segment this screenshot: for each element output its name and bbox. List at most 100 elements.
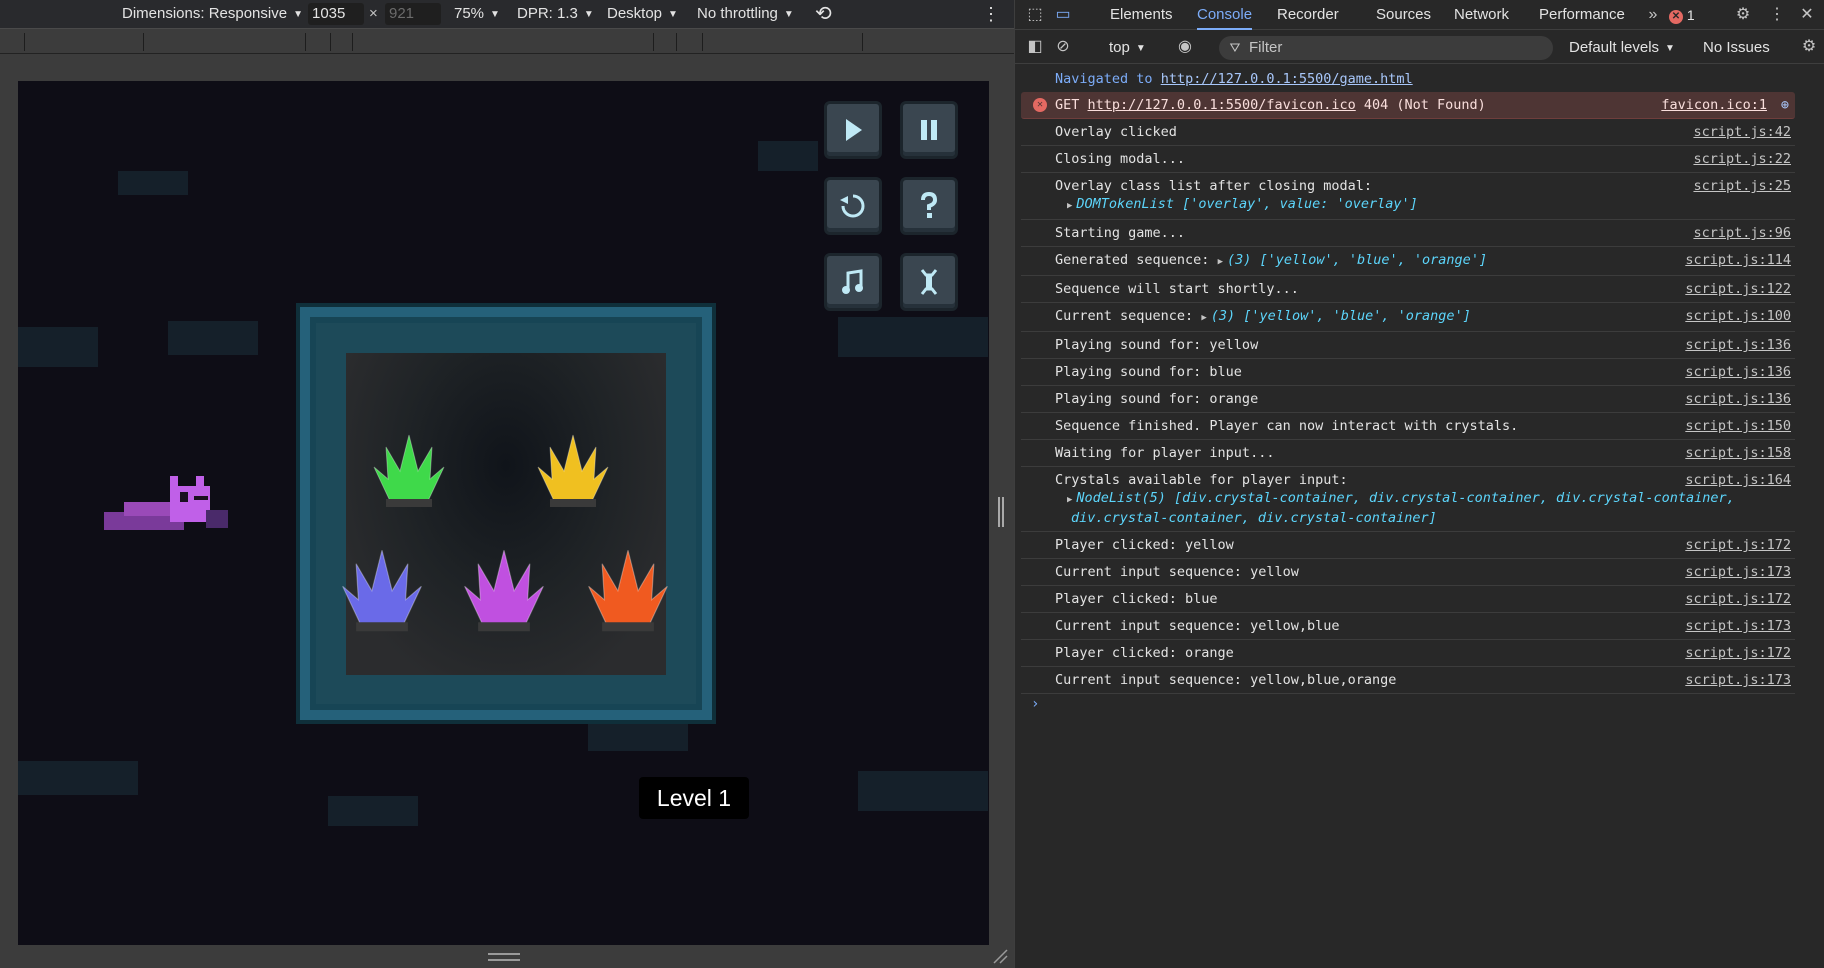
console-message: Player clicked: yellow script.js:172 [1021, 532, 1795, 559]
live-expression-eye-icon[interactable]: ◉ [1175, 37, 1195, 57]
crystal-orange[interactable] [586, 548, 670, 638]
ruler-tick [676, 33, 677, 51]
restart-button[interactable] [824, 177, 882, 235]
message-array-preview[interactable]: ▶ (3) ['yellow', 'blue', 'orange'] [1218, 252, 1488, 268]
pane-split-handle[interactable] [998, 497, 1004, 527]
source-link[interactable]: script.js:173 [1685, 563, 1791, 581]
console-message: Current input sequence: yellow,blue scrip… [1021, 613, 1795, 640]
console-message: Starting game... script.js:96 [1021, 220, 1795, 247]
more-options-icon[interactable]: ⋮ [982, 0, 1000, 28]
width-input[interactable]: 1035 [308, 3, 364, 25]
rotate-icon[interactable]: ⟲ [815, 0, 832, 28]
zoom-dropdown[interactable]: 75% ▼ [454, 0, 500, 28]
source-link[interactable]: favicon.ico:1 [1661, 96, 1767, 114]
source-link[interactable]: script.js:122 [1685, 280, 1791, 298]
message-text: Sequence finished. Player can now intera… [1055, 418, 1519, 434]
message-text: Current sequence: [1055, 308, 1202, 324]
nav-url-link[interactable]: http://127.0.0.1:5500/game.html [1161, 71, 1413, 87]
viewport-resize-handle[interactable] [488, 953, 520, 961]
message-text: Generated sequence: [1055, 252, 1218, 268]
error-status: 404 (Not Found) [1363, 97, 1486, 113]
console-settings-gear-icon[interactable]: ⚙ [1799, 37, 1819, 57]
device-type-dropdown[interactable]: Desktop ▼ [607, 0, 678, 28]
source-link[interactable]: script.js:136 [1685, 363, 1791, 381]
error-url-link[interactable]: http://127.0.0.1:5500/favicon.ico [1088, 97, 1356, 113]
gear-icon[interactable]: ⚙ [1733, 5, 1753, 25]
message-text: Current input sequence: yellow,blue,oran… [1055, 672, 1397, 688]
source-link[interactable]: script.js:158 [1685, 444, 1791, 462]
crystal-blue[interactable] [340, 548, 424, 638]
device-toggle-icon[interactable]: ▭ [1053, 5, 1073, 25]
console-message: Generated sequence: ▶ (3) ['yellow', 'blu… [1021, 247, 1795, 276]
source-link[interactable]: script.js:22 [1693, 150, 1791, 168]
source-link[interactable]: script.js:173 [1685, 671, 1791, 689]
tab-sources[interactable]: Sources [1376, 0, 1431, 30]
message-text: Current input sequence: yellow [1055, 564, 1299, 580]
issues-button[interactable]: No Issues [1703, 31, 1770, 64]
console-message: Playing sound for: orange script.js:136 [1021, 386, 1795, 413]
console-message: Current input sequence: yellow,blue,oran… [1021, 667, 1795, 694]
source-link[interactable]: script.js:25 [1693, 177, 1791, 195]
cave-rock [588, 721, 688, 751]
close-icon[interactable]: ✕ [1797, 5, 1817, 25]
media-query-ruler[interactable] [0, 28, 1014, 54]
message-object-preview[interactable]: ▶ NodeList(5) [div.crystal-container, div… [1055, 489, 1795, 509]
crystal-yellow[interactable] [536, 433, 610, 513]
filter-input[interactable]: Filter [1219, 36, 1553, 60]
inspect-element-icon[interactable]: ⬚ [1025, 5, 1045, 25]
tab-elements[interactable]: Elements [1110, 0, 1173, 30]
cave-interior [342, 353, 668, 675]
play-button[interactable] [824, 101, 882, 159]
error-count-badge[interactable]: ✕ 1 [1669, 6, 1695, 24]
source-link[interactable]: script.js:172 [1685, 644, 1791, 662]
source-link[interactable]: script.js:164 [1685, 471, 1791, 489]
tab-recorder[interactable]: Recorder [1277, 0, 1339, 30]
crystal-green[interactable] [372, 433, 446, 513]
message-list: Overlay clicked script.js:42 Closing modal… [1015, 119, 1824, 694]
kebab-menu-icon[interactable]: ⋮ [1767, 5, 1787, 25]
pause-button[interactable] [900, 101, 958, 159]
source-link[interactable]: script.js:96 [1693, 224, 1791, 242]
ruler-tick [330, 33, 331, 51]
console-message: Player clicked: blue script.js:172 [1021, 586, 1795, 613]
context-dropdown[interactable]: top ▼ [1109, 31, 1146, 64]
message-array-preview[interactable]: ▶ (3) ['yellow', 'blue', 'orange'] [1201, 308, 1471, 324]
sidebar-toggle-icon[interactable]: ◧ [1025, 37, 1045, 57]
error-method: GET [1055, 97, 1080, 113]
source-link[interactable]: script.js:150 [1685, 417, 1791, 435]
source-link[interactable]: script.js:173 [1685, 617, 1791, 635]
devtools-panel: ⬚ ▭ Elements Console Recorder Sources Ne… [1014, 0, 1824, 968]
message-object-preview[interactable]: ▶ DOMTokenList ['overlay', value: 'overla… [1055, 195, 1795, 215]
settings-button[interactable] [900, 253, 958, 311]
source-link[interactable]: script.js:172 [1685, 590, 1791, 608]
dimensions-dropdown[interactable]: Dimensions: Responsive ▼ [122, 0, 303, 28]
help-button[interactable] [900, 177, 958, 235]
message-text: Playing sound for: blue [1055, 364, 1242, 380]
tab-console[interactable]: Console [1197, 0, 1253, 30]
music-button[interactable] [824, 253, 882, 311]
crystal-purple[interactable] [462, 548, 546, 638]
log-levels-dropdown[interactable]: Default levels ▼ [1569, 31, 1675, 64]
throttling-dropdown[interactable]: No throttling ▼ [697, 0, 794, 28]
message-text: Player clicked: yellow [1055, 537, 1234, 553]
nav-prefix: Navigated to [1055, 71, 1153, 87]
tab-network[interactable]: Network [1454, 0, 1509, 30]
caret-down-icon: ▼ [293, 9, 303, 20]
source-link[interactable]: script.js:172 [1685, 536, 1791, 554]
source-link[interactable]: script.js:100 [1685, 307, 1791, 325]
source-link[interactable]: script.js:136 [1685, 336, 1791, 354]
expand-triangle-icon: ▶ [1067, 495, 1073, 505]
console-log: Navigated to http://127.0.0.1:5500/game.… [1015, 66, 1824, 968]
clear-console-icon[interactable]: ⊘ [1053, 37, 1073, 57]
source-link[interactable]: script.js:114 [1685, 251, 1791, 269]
source-link[interactable]: script.js:42 [1693, 123, 1791, 141]
corner-resize-icon[interactable] [992, 948, 1008, 964]
source-link[interactable]: script.js:136 [1685, 390, 1791, 408]
dpr-dropdown[interactable]: DPR: 1.3 ▼ [517, 0, 594, 28]
console-prompt[interactable]: › [1031, 696, 1039, 712]
tab-performance[interactable]: Performance [1539, 0, 1625, 30]
height-input[interactable]: 921 [385, 3, 441, 25]
crystal-yellow-icon [537, 434, 609, 507]
network-globe-icon[interactable]: ⊕ [1781, 96, 1789, 114]
more-tabs-icon[interactable]: » [1643, 5, 1663, 25]
